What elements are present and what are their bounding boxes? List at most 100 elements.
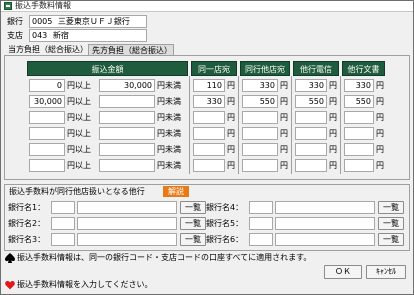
fee-input[interactable] [295, 111, 327, 124]
to-unit-label: 円未満 [157, 145, 181, 154]
amount-to-input[interactable] [99, 95, 155, 108]
lookup-button[interactable]: 一覧 [180, 217, 206, 230]
fee-unit-label: 円 [227, 129, 235, 138]
fee-input[interactable]: 550 [295, 95, 327, 108]
fee-input[interactable] [344, 143, 374, 156]
bank-code-input[interactable] [249, 201, 273, 214]
amount-to-input[interactable] [99, 111, 155, 124]
to-unit-label: 円未満 [157, 81, 181, 90]
fee-input[interactable]: 330 [193, 95, 225, 108]
bank-code-input[interactable] [249, 217, 273, 230]
fee-unit-label: 円 [280, 97, 288, 106]
bank-name-label: 銀行名5： [206, 219, 244, 228]
from-unit-label: 円以上 [67, 97, 91, 106]
title-bar: 振込手数料情報 [1, 1, 413, 12]
bank-code: 0005 [32, 17, 53, 26]
amount-to-input[interactable] [99, 159, 155, 172]
fee-input[interactable] [242, 127, 278, 140]
lookup-button[interactable]: 一覧 [180, 233, 206, 246]
fee-unit-label: 円 [227, 145, 235, 154]
bank-name: 三菱東京ＵＦＪ銀行 [57, 17, 130, 26]
bank-name-input[interactable] [77, 201, 177, 214]
amount-from-input[interactable]: 0 [29, 79, 65, 92]
amount-to-input[interactable] [99, 143, 155, 156]
fee-input[interactable] [193, 143, 225, 156]
app-icon [4, 2, 12, 10]
amount-from-input[interactable] [29, 111, 65, 124]
fee-unit-label: 円 [227, 81, 235, 90]
fee-unit-label: 円 [329, 113, 337, 122]
bank-name-input[interactable] [275, 233, 375, 246]
amount-from-input[interactable]: 30,000 [29, 95, 65, 108]
fee-unit-label: 円 [280, 161, 288, 170]
fee-input[interactable] [295, 143, 327, 156]
lookup-button[interactable]: 一覧 [180, 201, 206, 214]
fee-input[interactable] [193, 159, 225, 172]
fee-input[interactable] [295, 127, 327, 140]
from-unit-label: 円以上 [67, 161, 91, 170]
bank-name-label: 銀行名4： [206, 203, 244, 212]
fee-unit-label: 円 [376, 81, 384, 90]
to-unit-label: 円未満 [157, 113, 181, 122]
bank-name-input[interactable] [77, 217, 177, 230]
fee-unit-label: 円 [376, 161, 384, 170]
fee-unit-label: 円 [329, 145, 337, 154]
fee-unit-label: 円 [376, 145, 384, 154]
other-banks-title: 振込手数料が同行他店扱いとなる他行 [9, 187, 145, 196]
fee-input[interactable] [242, 143, 278, 156]
explain-button[interactable]: 解説 [163, 186, 189, 197]
fee-input[interactable]: 550 [242, 95, 278, 108]
amount-from-input[interactable] [29, 143, 65, 156]
fee-row: 円以上 円未満 円 円 円 円 [27, 142, 385, 158]
bank-field: 0005 三菱東京ＵＦＪ銀行 [29, 15, 147, 28]
fee-input[interactable] [344, 111, 374, 124]
bank-code-input[interactable] [51, 217, 75, 230]
bank-name-input[interactable] [77, 233, 177, 246]
fee-unit-label: 円 [280, 81, 288, 90]
bank-name-label: 銀行名2： [8, 219, 46, 228]
fee-input[interactable] [295, 159, 327, 172]
header-other-bank-doc: 他行文書 [342, 61, 385, 76]
heart-icon [5, 281, 15, 290]
fee-input[interactable]: 330 [295, 79, 327, 92]
bank-name-input[interactable] [275, 201, 375, 214]
bank-name-label: 銀行名3： [8, 235, 46, 244]
fee-input[interactable]: 110 [193, 79, 225, 92]
amount-to-input[interactable] [99, 127, 155, 140]
lookup-button[interactable]: 一覧 [378, 217, 404, 230]
fee-input[interactable] [242, 111, 278, 124]
lookup-button[interactable]: 一覧 [378, 201, 404, 214]
fee-unit-label: 円 [376, 113, 384, 122]
ok-button[interactable]: ＯＫ [324, 265, 362, 279]
fee-input[interactable] [344, 127, 374, 140]
bank-name-input[interactable] [275, 217, 375, 230]
fee-input[interactable] [193, 111, 225, 124]
spade-icon [5, 253, 15, 263]
fee-input[interactable] [242, 159, 278, 172]
lookup-button[interactable]: 一覧 [378, 233, 404, 246]
fee-unit-label: 円 [227, 161, 235, 170]
amount-to-input[interactable]: 30,000 [99, 79, 155, 92]
bank-code-input[interactable] [51, 233, 75, 246]
from-unit-label: 円以上 [67, 113, 91, 122]
fee-input[interactable] [193, 127, 225, 140]
fee-unit-label: 円 [376, 97, 384, 106]
amount-from-input[interactable] [29, 159, 65, 172]
from-unit-label: 円以上 [67, 145, 91, 154]
branch-name: 新宿 [52, 31, 69, 40]
fee-input[interactable]: 330 [344, 79, 374, 92]
bank-code-input[interactable] [51, 201, 75, 214]
bank-code-input[interactable] [249, 233, 273, 246]
amount-from-input[interactable] [29, 127, 65, 140]
fee-input[interactable]: 330 [242, 79, 278, 92]
fee-input[interactable]: 550 [344, 95, 374, 108]
cancel-button[interactable]: ｷｬﾝｾﾙ [366, 265, 406, 279]
fee-unit-label: 円 [227, 113, 235, 122]
fee-unit-label: 円 [227, 97, 235, 106]
bank-name-label: 銀行名1： [8, 203, 46, 212]
note-text: 振込手数料情報は、同一の銀行コード・支店コードの口座すべてに適用されます。 [17, 253, 312, 262]
fee-unit-label: 円 [280, 145, 288, 154]
fee-unit-label: 円 [329, 161, 337, 170]
fee-row: 0 円以上 30,000 円未満 110 円 330 円 330 円 330 円 [27, 78, 385, 94]
fee-input[interactable] [344, 159, 374, 172]
